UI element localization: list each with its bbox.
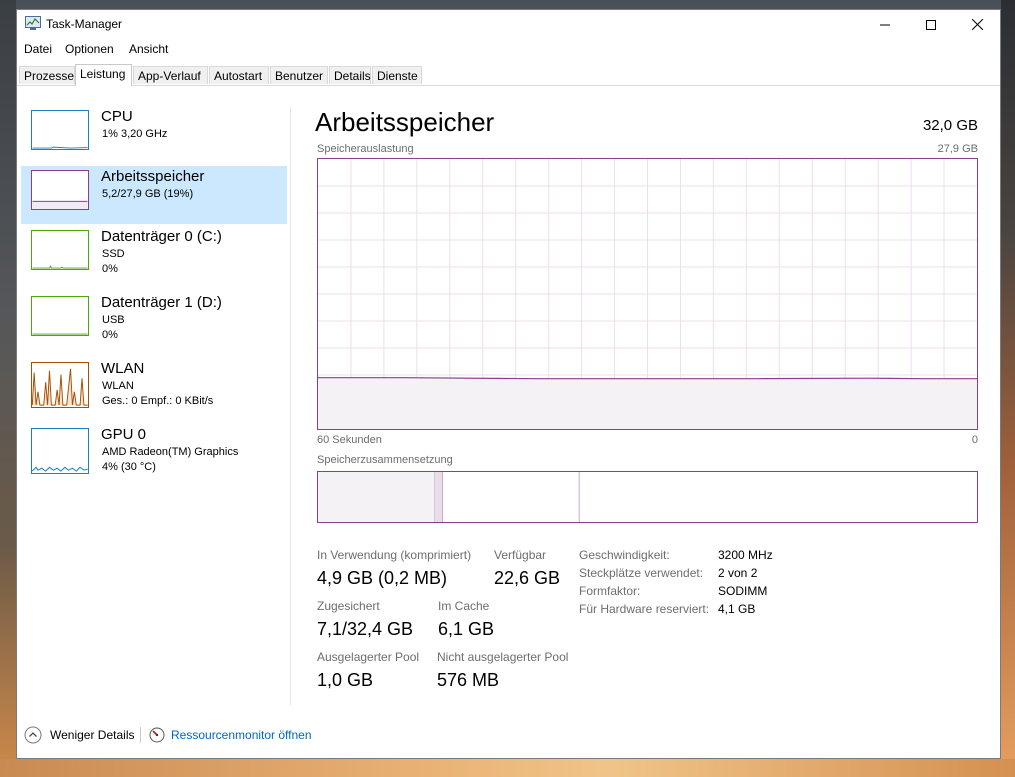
sidebar-wlan-title: WLAN: [101, 360, 145, 377]
sidebar-item-disk0[interactable]: Datenträger 0 (C:) SSD 0%: [21, 226, 287, 284]
available-label: Verfügbar: [494, 548, 547, 562]
memory-usage-area: [318, 377, 977, 429]
in-use-label: In Verwendung (komprimiert): [317, 548, 472, 562]
task-manager-window: Task-Manager Datei Optionen Ansicht Proz…: [16, 9, 1001, 759]
nonpaged-pool-label: Nicht ausgelagerter Pool: [437, 650, 569, 664]
paged-pool-value: 1,0 GB: [317, 670, 374, 690]
cached-value: 6,1 GB: [438, 619, 495, 639]
cpu-thumbnail-graph: [31, 110, 89, 150]
footer-separator: [140, 727, 141, 743]
disk0-thumbnail-graph: [31, 230, 89, 270]
wlan-thumbnail-graph: [31, 362, 89, 408]
page-title: Arbeitsspeicher: [315, 107, 495, 137]
resource-monitor-link[interactable]: Ressourcenmonitor öffnen: [149, 725, 312, 745]
composition-modified: [434, 472, 443, 522]
performance-sidebar: CPU 1% 3,20 GHz Arbeitsspeicher 5,2/27,9…: [17, 94, 289, 704]
graph-time-label: 60 Sekunden: [317, 434, 382, 446]
sidebar-disk0-title: Datenträger 0 (C:): [101, 228, 222, 245]
form-factor-label: Formfaktor:: [579, 584, 641, 598]
hardware-reserved-value: 4,1 GB: [718, 602, 756, 616]
menu-ansicht[interactable]: Ansicht: [129, 42, 168, 56]
sidebar-gpu-usage: 4% (30 °C): [102, 461, 156, 473]
task-manager-app-icon: [25, 16, 41, 30]
tab-app-verlauf[interactable]: App-Verlauf: [133, 66, 208, 84]
memory-usage-graph: [317, 158, 978, 430]
slots-label: Steckplätze verwendet:: [579, 566, 704, 580]
close-icon: [971, 19, 983, 30]
graph-time-end: 0: [971, 434, 978, 446]
sidebar-memory-title: Arbeitsspeicher: [101, 168, 205, 185]
gpu-thumbnail-graph: [31, 428, 89, 474]
form-factor-value: SODIMM: [718, 584, 768, 598]
composition-label: Speicherzusammensetzung: [317, 454, 453, 466]
disk1-thumbnail-graph: [31, 296, 89, 336]
footer-bar: Weniger Details Ressourcenmonitor öffnen: [17, 720, 1000, 758]
sidebar-disk1-title: Datenträger 1 (D:): [101, 294, 222, 311]
desktop-background-bottom: [0, 759, 1015, 777]
slots-value: 2 von 2: [718, 566, 758, 580]
tab-prozesse[interactable]: Prozesse: [19, 66, 75, 84]
minimize-icon: [880, 24, 890, 25]
memory-total: 32,0 GB: [922, 117, 978, 134]
sidebar-wlan-throughput: Ges.: 0 Empf.: 0 KBit/s: [102, 395, 214, 407]
sidebar-disk0-type: SSD: [102, 248, 125, 260]
fewer-details-label: Weniger Details: [50, 728, 135, 742]
menu-optionen[interactable]: Optionen: [65, 42, 114, 56]
sidebar-gpu-model: AMD Radeon(TM) Graphics: [102, 446, 239, 458]
in-use-value: 4,9 GB (0,2 MB): [317, 568, 448, 588]
maximize-icon: [926, 19, 936, 30]
paged-pool-label: Ausgelagerter Pool: [317, 650, 420, 664]
sidebar-disk1-usage: 0%: [102, 329, 118, 341]
resource-monitor-icon: [149, 727, 165, 743]
composition-in-use: [318, 472, 435, 522]
sidebar-cpu-usage: 1% 3,20 GHz: [102, 128, 168, 140]
sidebar-disk0-usage: 0%: [102, 263, 118, 275]
menu-datei[interactable]: Datei: [24, 42, 52, 56]
minimize-button[interactable]: [862, 10, 908, 39]
nonpaged-pool-value: 576 MB: [437, 670, 500, 690]
menu-bar: Datei Optionen Ansicht: [17, 39, 1000, 61]
sidebar-cpu-title: CPU: [101, 108, 133, 125]
window-title: Task-Manager: [46, 17, 123, 31]
speed-value: 3200 MHz: [718, 548, 773, 562]
tab-autostart[interactable]: Autostart: [209, 66, 269, 84]
desktop-background-right: [1001, 0, 1015, 777]
cached-label: Im Cache: [438, 599, 490, 613]
tab-details[interactable]: Details: [329, 66, 371, 84]
sidebar-item-gpu[interactable]: GPU 0 AMD Radeon(TM) Graphics 4% (30 °C): [21, 424, 287, 482]
tab-dienste[interactable]: Dienste: [372, 66, 422, 84]
sidebar-gpu-title: GPU 0: [101, 426, 147, 443]
sidebar-item-wlan[interactable]: WLAN WLAN Ges.: 0 Empf.: 0 KBit/s: [21, 358, 287, 416]
sidebar-item-memory[interactable]: Arbeitsspeicher 5,2/27,9 GB (19%): [21, 166, 287, 224]
chevron-up-circle-icon: [24, 726, 42, 744]
sidebar-divider: [290, 107, 291, 705]
title-bar[interactable]: Task-Manager: [17, 10, 1000, 39]
committed-label: Zugesichert: [317, 599, 380, 613]
sidebar-item-disk1[interactable]: Datenträger 1 (D:) USB 0%: [21, 292, 287, 350]
tab-leistung[interactable]: Leistung: [75, 64, 132, 86]
fewer-details-button[interactable]: Weniger Details: [24, 725, 134, 745]
close-button[interactable]: [954, 10, 1000, 39]
memory-composition-bar: [317, 471, 978, 523]
sidebar-disk1-type: USB: [102, 314, 125, 326]
memory-thumbnail-graph: [31, 170, 89, 210]
tab-strip: Prozesse Leistung App-Verlauf Autostart …: [17, 64, 1000, 86]
available-value: 22,6 GB: [494, 568, 561, 588]
desktop-background-left: [0, 0, 16, 777]
hardware-reserved-label: Für Hardware reserviert:: [579, 602, 710, 616]
resource-monitor-label: Ressourcenmonitor öffnen: [171, 728, 312, 742]
speed-label: Geschwindigkeit:: [579, 548, 670, 562]
sidebar-memory-usage: 5,2/27,9 GB (19%): [102, 188, 194, 200]
maximize-button[interactable]: [908, 10, 954, 39]
tab-benutzer[interactable]: Benutzer: [270, 66, 328, 84]
sidebar-wlan-adapter: WLAN: [102, 380, 134, 392]
usage-graph-label: Speicherauslastung: [317, 143, 414, 155]
usage-graph-max: 27,9 GB: [937, 143, 978, 155]
committed-value: 7,1/32,4 GB: [317, 619, 414, 639]
sidebar-item-cpu[interactable]: CPU 1% 3,20 GHz: [21, 106, 287, 164]
